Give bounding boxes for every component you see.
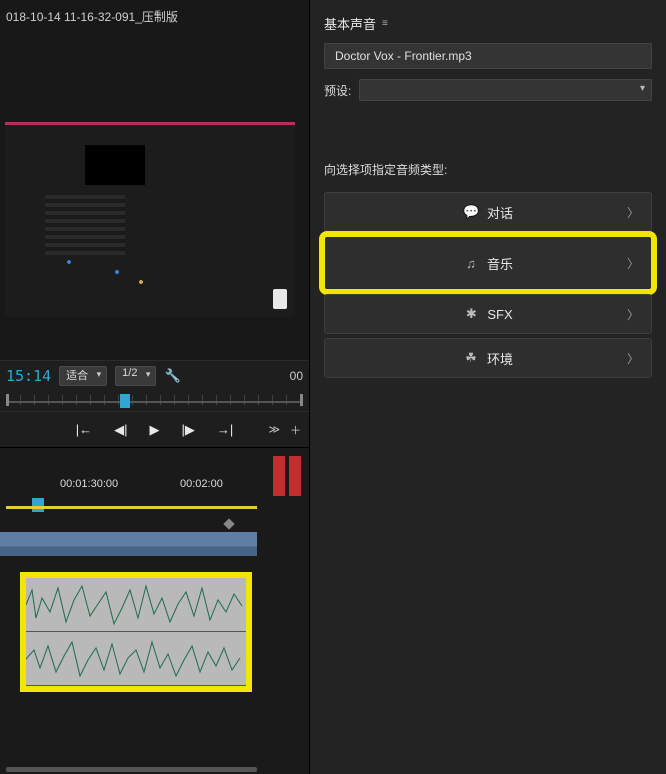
sfx-icon: ✱ xyxy=(463,306,479,322)
type-label: 环境 xyxy=(487,349,513,368)
preset-row: 预设: xyxy=(324,79,652,101)
ruler-time-1: 00:01:30:00 xyxy=(60,478,118,490)
dialogue-icon: 💬 xyxy=(463,204,479,220)
timeline-panel: 00:01:30:00 00:02:00 xyxy=(0,448,309,774)
type-label: 对话 xyxy=(487,203,513,222)
current-timecode[interactable]: 15:14 xyxy=(6,367,51,385)
left-panel: 018-10-14 11-16-32-091_压制版 ≡ 15:14 适合 1/… xyxy=(0,0,310,774)
audio-waveform-left xyxy=(26,578,246,632)
assign-label: 向选择项指定音频类型: xyxy=(324,161,652,178)
panel-title-row: 基本声音 ≡ xyxy=(324,14,652,33)
type-label: SFX xyxy=(487,307,512,322)
type-button-ambience[interactable]: ☘ 环境 〉 xyxy=(324,338,652,378)
step-back-button[interactable]: ◀| xyxy=(114,422,127,438)
timeline-playhead[interactable] xyxy=(32,498,44,512)
chevron-right-icon: 〉 xyxy=(627,350,639,367)
audio-clip-selected[interactable] xyxy=(20,572,252,692)
zoom-fit-dropdown[interactable]: 适合 xyxy=(59,366,107,386)
selected-filename: Doctor Vox - Frontier.mp3 xyxy=(324,43,652,69)
work-area-bar[interactable] xyxy=(6,506,257,509)
monitor-playhead[interactable] xyxy=(120,394,130,408)
video-track-clip[interactable] xyxy=(0,532,257,556)
go-to-out-button[interactable]: →| xyxy=(217,422,233,437)
audio-meter xyxy=(273,456,301,496)
audio-waveform-right xyxy=(26,632,246,686)
chevron-right-icon: 〉 xyxy=(627,204,639,221)
ambience-icon: ☘ xyxy=(463,350,479,366)
panel-menu-icon[interactable]: ≡ xyxy=(155,8,161,19)
type-button-dialogue[interactable]: 💬 对话 〉 xyxy=(324,192,652,232)
essential-sound-panel: 基本声音 ≡ Doctor Vox - Frontier.mp3 预设: 向选择… xyxy=(310,0,666,774)
type-label: 音乐 xyxy=(487,254,513,273)
ruler-time-2: 00:02:00 xyxy=(180,478,223,490)
timecode-row: 15:14 适合 1/2 🔧 00 xyxy=(0,360,309,390)
panel-menu-icon[interactable]: ≡ xyxy=(382,18,388,29)
panel-title: 基本声音 xyxy=(324,14,376,33)
monitor-ruler[interactable] xyxy=(0,390,309,412)
type-button-music[interactable]: ♫ 音乐 〉 xyxy=(324,236,652,290)
go-to-in-button[interactable]: |← xyxy=(76,422,92,437)
video-preview[interactable] xyxy=(5,122,295,317)
program-monitor: 018-10-14 11-16-32-091_压制版 ≡ xyxy=(0,0,309,360)
chevron-right-icon: 〉 xyxy=(627,255,639,272)
right-timecode: 00 xyxy=(290,369,303,383)
play-button[interactable]: ▶ xyxy=(150,422,160,438)
music-icon: ♫ xyxy=(463,256,479,271)
resolution-dropdown[interactable]: 1/2 xyxy=(115,366,156,386)
preset-dropdown[interactable] xyxy=(359,79,652,101)
add-button-icon[interactable]: ＋ xyxy=(290,422,301,438)
chevron-right-icon: 〉 xyxy=(627,306,639,323)
preset-label: 预设: xyxy=(324,82,351,99)
monitor-clip-title: 018-10-14 11-16-32-091_压制版 xyxy=(6,8,178,25)
horizontal-scrollbar[interactable] xyxy=(6,767,257,772)
more-icon[interactable]: ≫ xyxy=(268,423,280,436)
marker-diamond[interactable] xyxy=(223,518,234,529)
type-button-sfx[interactable]: ✱ SFX 〉 xyxy=(324,294,652,334)
step-forward-button[interactable]: |▶ xyxy=(182,422,195,438)
wrench-icon[interactable]: 🔧 xyxy=(164,368,180,384)
transport-controls: |← ◀| ▶ |▶ →| ≫ ＋ xyxy=(0,412,309,448)
